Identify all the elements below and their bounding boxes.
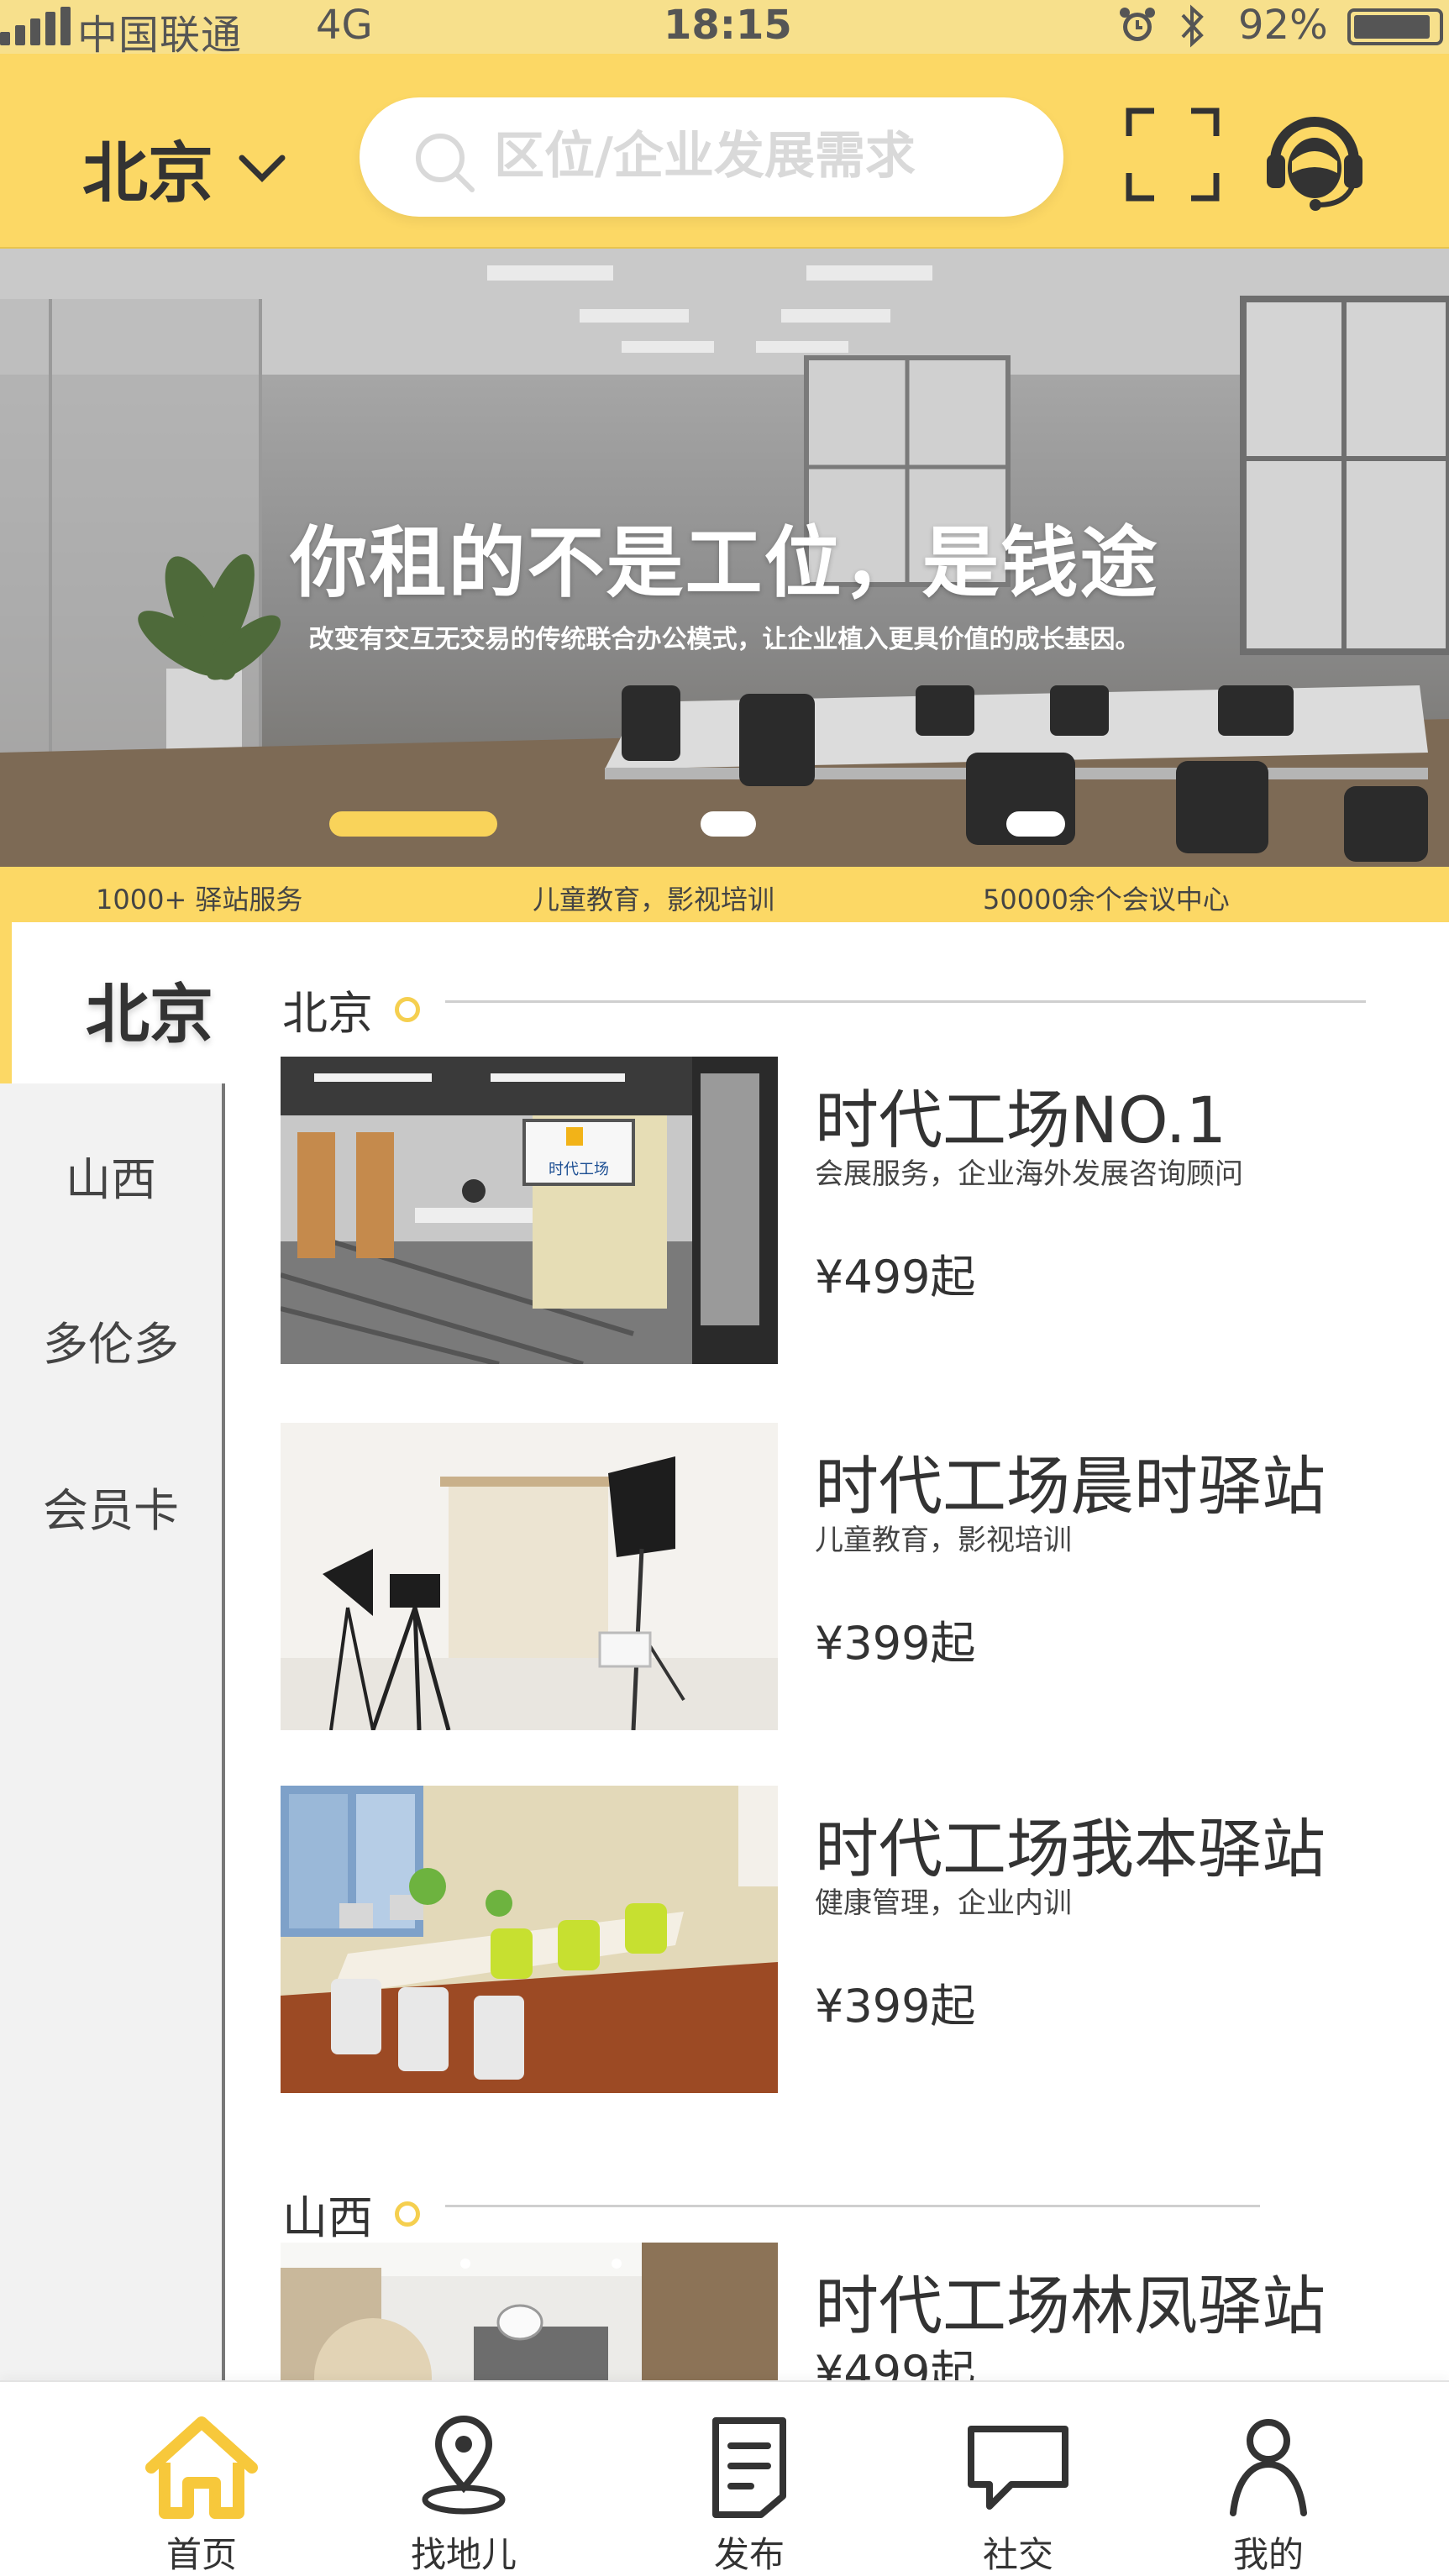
search-icon <box>416 134 475 192</box>
venue-photo <box>281 2243 778 2380</box>
sidebar-item-shanxi[interactable]: 山西 <box>0 1142 222 1209</box>
tab-label: 首页 <box>165 2534 237 2575</box>
tab-label: 社交 <box>982 2534 1053 2575</box>
promo-banner[interactable]: 你租的不是工位，是钱途 改变有交互无交易的传统联合办公模式，让企业植入更具价值的… <box>0 249 1449 867</box>
chevron-down-icon <box>239 155 286 182</box>
venue-price: ¥399起 <box>815 1617 976 1670</box>
bottom-tab-bar: 首页 找地儿 发布 社交 我的 <box>0 2380 1449 2576</box>
alarm-icon <box>1120 8 1155 41</box>
venue-tags: 会展服务，企业海外发展咨询顾问 <box>815 1157 1243 1191</box>
venue-card[interactable]: 时代工场林凤驿站 ¥499起 <box>281 2243 1406 2380</box>
tab-publish[interactable]: 发布 <box>682 2416 816 2576</box>
tab-label: 发布 <box>713 2534 785 2575</box>
clock: 18:15 <box>664 2 792 49</box>
sidebar-item-membership-card[interactable]: 会员卡 <box>0 1473 222 1540</box>
tab-home[interactable]: 首页 <box>134 2416 269 2576</box>
banner-title: 你租的不是工位，是钱途 <box>290 518 1159 608</box>
signal-icon <box>0 7 71 45</box>
venue-price: ¥499起 <box>815 1251 976 1304</box>
venue-price: ¥399起 <box>815 1980 976 2033</box>
venue-photo <box>281 1786 778 2093</box>
section-divider <box>445 1000 1366 1003</box>
section-header: 山西 <box>282 2180 420 2247</box>
home-icon <box>145 2416 258 2519</box>
publish-icon <box>712 2417 786 2518</box>
sidebar-item-toronto[interactable]: 多伦多 <box>0 1307 222 1373</box>
city-label: 北京 <box>82 136 214 212</box>
tab-profile[interactable]: 我的 <box>1201 2416 1336 2576</box>
bluetooth-icon <box>1181 4 1204 48</box>
section-divider <box>445 2205 1260 2207</box>
section-title: 山西 <box>282 2191 373 2244</box>
venue-tags: 儿童教育，影视培训 <box>815 1524 1072 1557</box>
battery-icon <box>1347 8 1443 45</box>
feature-item: 50000余个会议中心 <box>983 884 1230 916</box>
search-input[interactable] <box>494 114 1032 198</box>
search-bar[interactable] <box>360 97 1063 217</box>
tab-social[interactable]: 社交 <box>951 2416 1085 2576</box>
feature-strip: 1000+ 驿站服务 儿童教育，影视培训 50000余个会议中心 <box>0 867 1449 922</box>
customer-service-icon[interactable] <box>1260 102 1369 212</box>
venue-name: 时代工场晨时驿站 <box>815 1449 1326 1524</box>
venue-sign-text: 时代工场 <box>549 1161 609 1178</box>
venue-tags: 健康管理，企业内训 <box>815 1886 1072 1920</box>
profile-icon <box>1230 2419 1307 2516</box>
tab-label: 找地儿 <box>410 2534 517 2575</box>
city-selector[interactable]: 北京 <box>82 121 287 215</box>
carousel-dot-active[interactable] <box>329 811 497 837</box>
venue-name: 时代工场我本驿站 <box>815 1812 1326 1886</box>
venue-name: 时代工场NO.1 <box>815 1083 1227 1157</box>
venue-photo: 时代工场 <box>281 1057 778 1364</box>
venue-price: ¥499起 <box>815 2346 976 2380</box>
banner-subtitle: 改变有交互无交易的传统联合办公模式，让企业植入更具价值的成长基因。 <box>308 625 1141 654</box>
venue-card[interactable]: 时代工场我本驿站 健康管理，企业内训 ¥399起 <box>281 1786 1406 2093</box>
venue-photo <box>281 1423 778 1730</box>
section-title: 北京 <box>282 987 373 1040</box>
battery-level <box>1354 15 1431 39</box>
tab-label: 我的 <box>1232 2534 1304 2575</box>
carousel-dot[interactable] <box>1006 811 1065 837</box>
feature-item: 1000+ 驿站服务 <box>96 884 303 916</box>
venue-card[interactable]: 时代工场晨时驿站 儿童教育，影视培训 ¥399起 <box>281 1423 1406 1730</box>
top-header: 北京 <box>0 54 1449 249</box>
network-type: 4G <box>316 2 373 49</box>
city-sidebar: 北京 山西 多伦多 会员卡 <box>0 922 225 2380</box>
section-header: 北京 <box>282 976 420 1042</box>
ring-icon <box>395 996 420 1022</box>
tab-find-place[interactable]: 找地儿 <box>396 2416 531 2576</box>
feature-item: 儿童教育，影视培训 <box>533 884 775 916</box>
battery-percent: 92% <box>1238 2 1328 49</box>
location-icon <box>422 2416 506 2515</box>
carousel-dot[interactable] <box>701 811 756 837</box>
sidebar-item-label: 北京 <box>86 977 213 1052</box>
venue-name: 时代工场林凤驿站 <box>815 2269 1326 2343</box>
sidebar-item-beijing[interactable]: 北京 <box>0 922 225 1083</box>
scan-icon[interactable] <box>1126 108 1220 202</box>
chat-icon <box>968 2426 1068 2510</box>
venue-card[interactable]: 时代工场 时代工场NO.1 会展服务，企业海外发展咨询顾问 ¥499起 <box>281 1057 1406 1364</box>
status-bar: 中国联通 4G 18:15 92% <box>0 0 1449 59</box>
carrier-name: 中国联通 <box>77 12 243 59</box>
ring-icon <box>395 2201 420 2227</box>
